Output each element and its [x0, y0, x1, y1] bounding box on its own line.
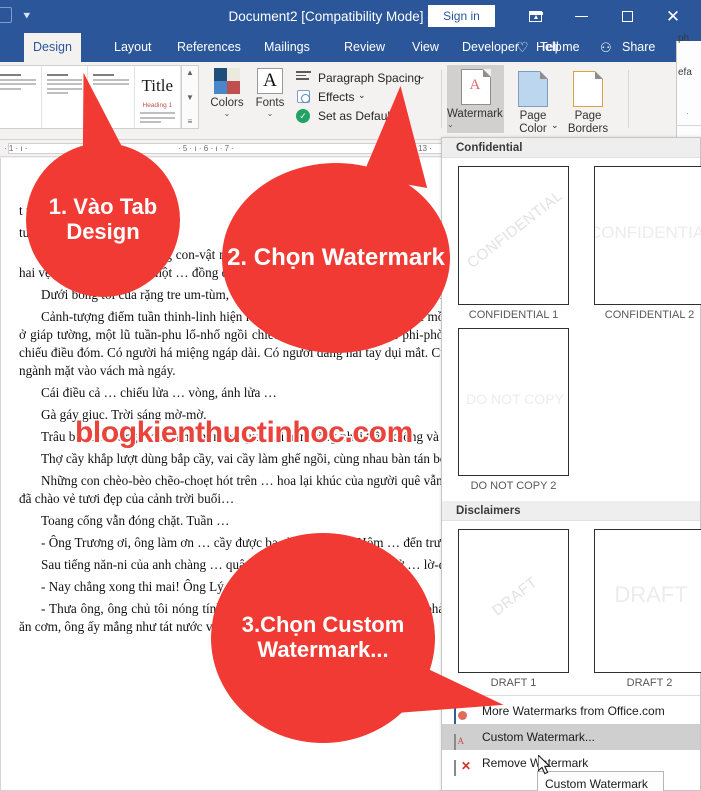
watermark-label: Watermark	[447, 108, 503, 120]
page-borders-label-line2: Borders	[567, 123, 609, 135]
watermark-option-caption: DRAFT 2	[626, 677, 673, 689]
background-window-text-efa: efa	[678, 67, 692, 78]
tell-me-box[interactable]: Tell me	[531, 33, 589, 62]
tooltip-custom-watermark: Custom Watermark	[537, 771, 664, 791]
watermark-option-confidential-2[interactable]: CONFIDENTIAL CONFIDENTIAL 2	[594, 166, 701, 321]
tab-references[interactable]: References	[168, 33, 250, 62]
theme-colors-icon	[214, 68, 240, 94]
page-color-caret-icon[interactable]: ⌄	[551, 120, 559, 131]
minimize-icon[interactable]	[558, 0, 604, 33]
watermark-option-confidential-1[interactable]: CONFIDENTIAL CONFIDENTIAL 1	[458, 166, 569, 321]
watermark-preview-text: CONFIDENTIAL	[594, 223, 701, 242]
watermark-option-draft-2[interactable]: DRAFT DRAFT 2	[594, 529, 701, 689]
blog-watermark: blogkienthuctinhoc.com	[75, 416, 413, 449]
effects-caret-icon[interactable]: ⌄	[358, 90, 366, 101]
tab-design[interactable]: Design	[24, 33, 81, 62]
tab-layout[interactable]: Layout	[105, 33, 161, 62]
watermark-preview-text: CONFIDENTIAL	[464, 187, 566, 272]
watermark-option-draft-1[interactable]: DRAFT DRAFT 1	[458, 529, 569, 689]
fonts-caret-icon[interactable]: ⌄	[248, 110, 292, 118]
ribbon-tab-strip: Design Layout References Mailings Review…	[0, 33, 676, 62]
style-thumb-1[interactable]	[0, 66, 42, 128]
tab-view[interactable]: View	[403, 33, 448, 62]
style-gallery-scroll-up-icon[interactable]: ▲	[186, 68, 194, 77]
paragraph-spacing-caret-icon[interactable]: ⌄	[418, 71, 426, 82]
page-borders-label-line1: Page	[574, 110, 602, 122]
ribbon-group-divider-2	[628, 70, 629, 128]
gallery-row-confidential-1: CONFIDENTIAL CONFIDENTIAL 1 CONFIDENTIAL…	[442, 158, 701, 326]
callout-step-2: 2. Chọn Watermark	[222, 81, 450, 353]
effects-label: Effects	[318, 90, 355, 104]
background-window-tick: ·	[686, 108, 689, 118]
share-person-icon[interactable]: ⚇	[600, 40, 612, 55]
colors-button[interactable]: Colors ⌄	[204, 68, 250, 118]
style-gallery-more-icon[interactable]: ≡	[188, 117, 193, 126]
ruler-marks-left: · 1 · ı ·	[4, 144, 28, 153]
gallery-section-disclaimers: Disclaimers	[442, 501, 700, 521]
watermark-button[interactable]: A Watermark ⌄	[447, 65, 504, 133]
style-gallery-scroll-down-icon[interactable]: ▼	[186, 93, 194, 102]
watermark-option-caption: DO NOT COPY 2	[470, 480, 557, 492]
word-application-window: ph efa · ⯆ Document2 [Compatibility Mode…	[0, 0, 701, 791]
gallery-row-disclaimers-1: DRAFT DRAFT 1 DRAFT DRAFT 2	[442, 521, 701, 693]
remove-watermark-icon: ✕	[454, 755, 471, 776]
callout-step-1: 1. Vào Tab Design	[26, 68, 180, 297]
watermark-caret-icon[interactable]: ⌄	[447, 121, 504, 129]
effects-icon	[297, 90, 310, 103]
menu-item-label: Custom Watermark...	[482, 730, 595, 744]
share-button[interactable]: Share	[613, 33, 664, 62]
style-heading-preview: Heading 1	[142, 102, 173, 109]
title-bar: ⯆ Document2 [Compatibility Mode] - Word …	[0, 0, 680, 33]
watermark-thumbnail: DO NOT COPY	[458, 328, 569, 476]
watermark-option-caption: CONFIDENTIAL 1	[468, 309, 559, 321]
watermark-icon: A	[460, 69, 491, 105]
paragraph-spacing-label: Paragraph Spacing	[318, 71, 421, 85]
watermark-preview-text: DRAFT	[614, 582, 688, 607]
mouse-cursor-icon	[538, 755, 551, 775]
lightbulb-icon[interactable]: ♡	[516, 39, 529, 56]
paragraph-spacing-icon	[296, 71, 312, 84]
ribbon-display-options-icon[interactable]	[512, 0, 558, 33]
page-borders-icon	[573, 71, 603, 107]
page-color-icon	[518, 71, 548, 107]
callout-step-3: 3.Chọn Custom Watermark...	[211, 533, 510, 746]
watermark-thumbnail: CONFIDENTIAL	[594, 166, 701, 305]
tooltip-title: Custom Watermark	[545, 777, 648, 791]
menu-item-label: More Watermarks from Office.com	[482, 704, 665, 718]
watermark-option-caption: CONFIDENTIAL 2	[604, 309, 695, 321]
watermark-thumbnail: CONFIDENTIAL	[458, 166, 569, 305]
ruler-marks-right: · 5 · ı · 6 · ı · 7 ·	[178, 144, 235, 153]
set-as-default-icon: ✓	[296, 109, 310, 123]
style-thumb-4-title[interactable]: Title Heading 1	[134, 66, 181, 128]
style-title-preview: Title	[141, 76, 173, 95]
callout-bubble: 2. Chọn Watermark	[222, 163, 450, 353]
tab-mailings[interactable]: Mailings	[255, 33, 319, 62]
fonts-button[interactable]: A Fonts ⌄	[248, 68, 292, 118]
maximize-icon[interactable]	[604, 0, 650, 33]
page-borders-button[interactable]: Page Borders	[560, 67, 616, 136]
background-window-divider-1	[676, 125, 701, 126]
menu-item-label: Remove Watermark	[482, 756, 589, 770]
close-icon[interactable]: ✕	[650, 0, 696, 33]
theme-fonts-icon: A	[257, 68, 283, 94]
watermark-thumbnail: DRAFT	[594, 529, 701, 673]
sign-in-button[interactable]: Sign in	[428, 5, 495, 27]
callout-bubble: 1. Vào Tab Design	[26, 143, 180, 297]
tab-review[interactable]: Review	[335, 33, 394, 62]
style-gallery-scroll[interactable]: ▲ ▼ ≡	[181, 66, 198, 128]
gallery-section-confidential: Confidential	[442, 138, 700, 158]
watermark-preview-text: DO NOT COPY	[466, 391, 564, 407]
watermark-preview-text: DRAFT	[489, 573, 541, 620]
gallery-row-confidential-2: DO NOT COPY DO NOT COPY 2	[442, 326, 700, 501]
colors-caret-icon[interactable]: ⌄	[204, 110, 250, 118]
watermark-option-do-not-copy-2[interactable]: DO NOT COPY DO NOT COPY 2	[458, 328, 569, 492]
paragraph-spacing-button[interactable]: Paragraph Spacing ⌄	[296, 70, 446, 89]
background-window-text-ph: ph	[678, 33, 690, 44]
watermark-thumbnail: DRAFT	[458, 529, 569, 673]
